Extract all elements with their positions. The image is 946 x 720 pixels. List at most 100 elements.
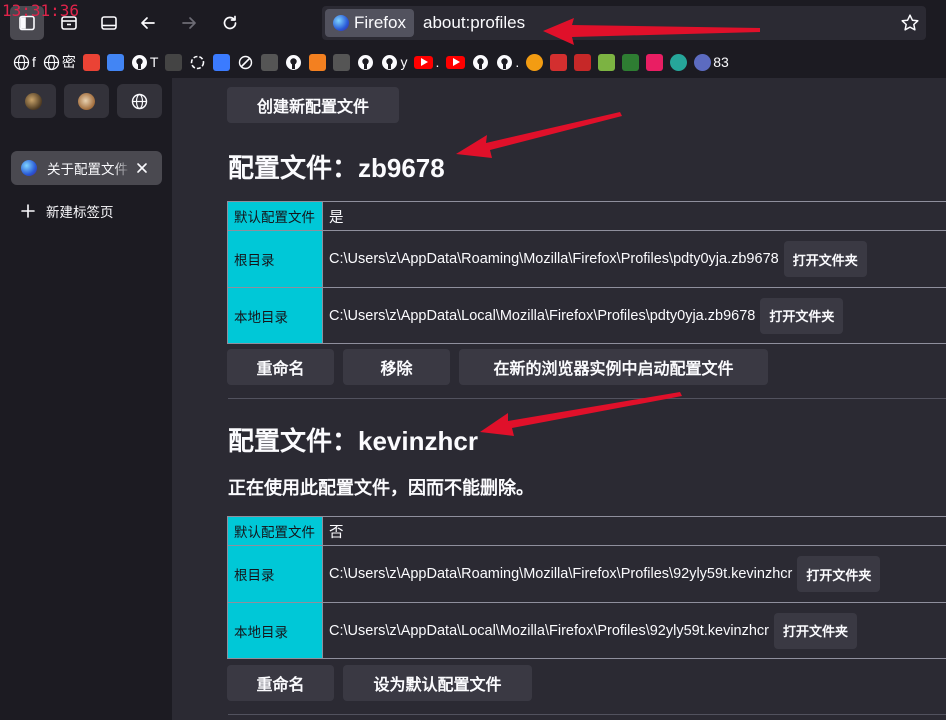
- pinned-tab[interactable]: [11, 84, 56, 118]
- youtube-icon: [446, 55, 466, 69]
- row-value: C:\Users\z\AppData\Local\Mozilla\Firefox…: [323, 603, 946, 658]
- table-row: 默认配置文件 是: [228, 202, 946, 231]
- green-shield-icon: [622, 53, 640, 71]
- divider: [228, 714, 946, 715]
- create-profile-button[interactable]: 创建新配置文件: [227, 87, 399, 123]
- pinned-tab-favicon: [78, 92, 95, 110]
- openai-icon: [189, 54, 206, 71]
- open-folder-button[interactable]: 打开文件夹: [783, 241, 867, 277]
- bookmark-item[interactable]: 密: [43, 50, 76, 74]
- bookmark-item[interactable]: [622, 50, 640, 74]
- forward-button[interactable]: [172, 6, 206, 40]
- profile-table: 默认配置文件 否 根目录 C:\Users\z\AppData\Roaming\…: [227, 516, 946, 659]
- identity-box[interactable]: Firefox: [325, 9, 414, 37]
- bookmark-item[interactable]: [550, 50, 568, 74]
- default-value: 是: [329, 209, 344, 226]
- bookmark-label: T: [149, 54, 159, 70]
- rename-button[interactable]: 重命名: [227, 665, 334, 701]
- open-folder-button[interactable]: 打开文件夹: [774, 612, 858, 649]
- rename-button[interactable]: 重命名: [227, 349, 334, 385]
- bird-icon: [213, 53, 231, 71]
- bookmark-item[interactable]: [213, 50, 231, 74]
- row-value: C:\Users\z\AppData\Local\Mozilla\Firefox…: [323, 288, 946, 343]
- bookmark-item[interactable]: [357, 50, 374, 74]
- app-icon: [165, 53, 183, 71]
- table-row: 默认配置文件 否: [228, 517, 946, 546]
- bookmark-item[interactable]: [526, 50, 544, 74]
- bookmark-item[interactable]: y: [381, 50, 407, 74]
- bookmark-item[interactable]: [670, 50, 688, 74]
- bookmark-item[interactable]: [82, 50, 100, 74]
- url-bar[interactable]: Firefox about:profiles: [322, 6, 926, 40]
- row-value: 否: [323, 517, 946, 545]
- bookmark-item[interactable]: T: [131, 50, 159, 74]
- pinned-tab[interactable]: [64, 84, 109, 118]
- bookmark-item[interactable]: [285, 50, 302, 74]
- tab-about-profiles[interactable]: 关于配置文件: [11, 151, 162, 185]
- bookmark-label: .: [435, 54, 440, 70]
- slash-icon: [237, 54, 254, 71]
- local-directory-path: C:\Users\z\AppData\Local\Mozilla\Firefox…: [329, 622, 769, 639]
- bookmark-item[interactable]: [165, 50, 183, 74]
- bookmark-item[interactable]: [472, 50, 489, 74]
- bookmark-item[interactable]: [333, 50, 351, 74]
- firefox-view-button[interactable]: [92, 6, 126, 40]
- profile-title: 配置文件：kevinzhcr: [228, 426, 478, 456]
- bookmark-label: 密: [61, 54, 76, 70]
- github-icon: [472, 54, 489, 71]
- row-value: 是: [323, 202, 946, 230]
- bookmark-item[interactable]: [598, 50, 616, 74]
- url-input[interactable]: about:profiles: [423, 13, 525, 33]
- bookmark-item[interactable]: [309, 50, 327, 74]
- github-icon: [131, 54, 148, 71]
- reload-icon: [223, 15, 237, 30]
- youtube-icon: [414, 55, 434, 69]
- bookmark-label: y: [400, 54, 408, 70]
- green-shape-icon: [598, 53, 616, 71]
- red-square-icon: [550, 53, 568, 71]
- bookmark-item[interactable]: [446, 50, 466, 74]
- reload-button[interactable]: [213, 6, 247, 40]
- open-folder-button[interactable]: 打开文件夹: [797, 556, 881, 592]
- red-badge-icon: [574, 53, 592, 71]
- divider: [228, 398, 946, 399]
- row-value: C:\Users\z\AppData\Roaming\Mozilla\Firef…: [323, 231, 946, 287]
- open-folder-button[interactable]: 打开文件夹: [760, 297, 844, 334]
- back-button[interactable]: [131, 6, 165, 40]
- bookmark-item[interactable]: [646, 50, 664, 74]
- new-tab-label: 新建标签页: [46, 205, 114, 220]
- plus-icon: [21, 204, 35, 218]
- view-icon: [101, 16, 117, 30]
- globe-icon: [13, 54, 30, 71]
- pinned-tab-favicon: [25, 92, 42, 110]
- local-directory-path: C:\Users\z\AppData\Local\Mozilla\Firefox…: [329, 307, 756, 324]
- github-icon: [381, 54, 398, 71]
- profile-title: 配置文件：zb9678: [228, 153, 445, 183]
- github-icon: [357, 54, 374, 71]
- bookmark-item[interactable]: [189, 50, 206, 74]
- root-directory-path: C:\Users\z\AppData\Roaming\Mozilla\Firef…: [329, 251, 779, 267]
- new-tab-button[interactable]: 新建标签页: [21, 201, 114, 221]
- bookmark-item[interactable]: [237, 50, 254, 74]
- table-row: 根目录 C:\Users\z\AppData\Roaming\Mozilla\F…: [228, 546, 946, 603]
- pinned-tab[interactable]: [117, 84, 162, 118]
- remove-button[interactable]: 移除: [343, 349, 450, 385]
- orange-circle-icon: [526, 53, 544, 71]
- arrow-left-icon: [141, 17, 155, 29]
- bookmark-item[interactable]: .: [414, 50, 439, 74]
- cloud-icon: [309, 53, 327, 71]
- bookmark-star-icon[interactable]: [900, 13, 920, 33]
- bookmark-item[interactable]: [261, 50, 279, 74]
- vertical-tabs-sidebar: 关于配置文件 新建标签页: [0, 78, 172, 720]
- bookmark-item[interactable]: [574, 50, 592, 74]
- bookmark-item[interactable]: .: [496, 50, 519, 74]
- bookmark-item[interactable]: f: [13, 50, 36, 74]
- close-icon[interactable]: [134, 160, 150, 176]
- bookmark-item[interactable]: 83: [694, 50, 729, 74]
- bookmark-item[interactable]: [106, 50, 124, 74]
- table-row: 本地目录 C:\Users\z\AppData\Local\Mozilla\Fi…: [228, 603, 946, 658]
- row-label: 默认配置文件: [228, 517, 323, 545]
- set-default-button[interactable]: 设为默认配置文件: [343, 665, 532, 701]
- launch-profile-button[interactable]: 在新的浏览器实例中启动配置文件: [459, 349, 768, 385]
- arrow-right-icon: [182, 17, 196, 29]
